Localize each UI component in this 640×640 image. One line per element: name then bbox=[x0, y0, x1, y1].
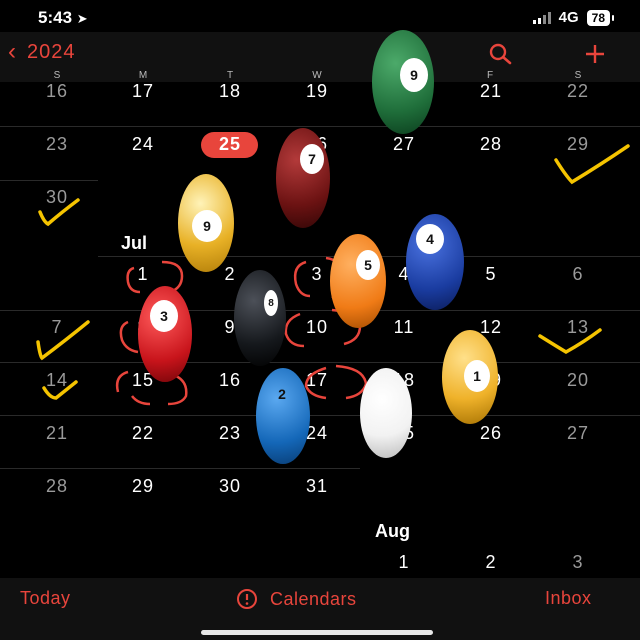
inbox-button[interactable]: Inbox bbox=[545, 588, 592, 609]
calendar-day[interactable]: 27 bbox=[548, 423, 608, 444]
billiard-ball-icon: 3 bbox=[138, 286, 192, 382]
calendars-label: Calendars bbox=[270, 588, 357, 609]
divider bbox=[0, 126, 640, 127]
calendar-day[interactable]: 26 bbox=[461, 423, 521, 444]
month-label-july: Jul bbox=[121, 233, 148, 253]
calendar-day[interactable]: 7 bbox=[27, 317, 87, 338]
weekday-header: F bbox=[486, 70, 494, 81]
divider bbox=[0, 310, 640, 311]
divider bbox=[0, 415, 640, 416]
calendar-day[interactable]: 1 bbox=[374, 552, 434, 573]
battery-icon: 78 bbox=[586, 9, 615, 26]
billiard-ball-icon: 2 bbox=[256, 368, 310, 464]
calendar-day[interactable]: 27 bbox=[374, 134, 434, 155]
calendar-day[interactable]: 16 bbox=[200, 370, 260, 391]
weekday-header: S bbox=[53, 70, 61, 81]
home-indicator bbox=[201, 630, 433, 635]
calendar-day[interactable]: 3 bbox=[548, 552, 608, 573]
calendar-day[interactable]: 28 bbox=[27, 476, 87, 497]
bracket-annotation bbox=[131, 395, 151, 406]
billiard-ball-icon bbox=[360, 368, 412, 458]
calendar-day[interactable]: 2 bbox=[461, 552, 521, 573]
weekday-header: M bbox=[138, 70, 148, 81]
calendar-day[interactable]: 14 bbox=[27, 370, 87, 391]
today-button[interactable]: Today bbox=[20, 588, 71, 609]
divider bbox=[0, 468, 360, 469]
weekday-header: S bbox=[574, 70, 582, 81]
add-event-button[interactable] bbox=[583, 42, 607, 71]
calendar-day[interactable]: 22 bbox=[113, 423, 173, 444]
calendar-day[interactable]: 30 bbox=[27, 187, 87, 208]
billiard-ball-icon: 9 bbox=[372, 30, 434, 134]
calendar-day[interactable]: 20 bbox=[548, 370, 608, 391]
billiard-ball-icon: 8 bbox=[234, 270, 286, 366]
billiard-ball-icon: 7 bbox=[276, 128, 330, 228]
calendar-day[interactable]: 22 bbox=[548, 81, 608, 102]
calendar-day[interactable]: 23 bbox=[27, 134, 87, 155]
divider bbox=[0, 362, 640, 363]
calendar-day[interactable]: 30 bbox=[200, 476, 260, 497]
search-button[interactable] bbox=[488, 42, 514, 71]
exclamation-circle-icon bbox=[237, 589, 257, 609]
calendar-day[interactable]: 28 bbox=[461, 134, 521, 155]
calendar-day[interactable]: 10 bbox=[287, 317, 347, 338]
calendar-day[interactable]: 29 bbox=[113, 476, 173, 497]
year-label: 2024 bbox=[27, 40, 76, 63]
calendar-day[interactable]: 5 bbox=[461, 264, 521, 285]
back-to-year-button[interactable]: ‹ 2024 bbox=[8, 40, 76, 64]
month-label-august: Aug bbox=[375, 521, 410, 541]
search-icon bbox=[489, 43, 512, 65]
chevron-left-icon: ‹ bbox=[8, 38, 17, 65]
billiard-ball-icon: 4 bbox=[406, 214, 464, 310]
calendar-day[interactable]: 16 bbox=[27, 81, 87, 102]
weekday-header: W bbox=[312, 70, 322, 81]
billiard-ball-icon: 1 bbox=[442, 330, 498, 424]
calendar-day[interactable]: 13 bbox=[548, 317, 608, 338]
calendar-day[interactable]: 18 bbox=[200, 81, 260, 102]
calendar-day[interactable]: 19 bbox=[287, 81, 347, 102]
calendar-day[interactable]: 17 bbox=[113, 81, 173, 102]
calendar-day[interactable]: 23 bbox=[200, 423, 260, 444]
plus-icon bbox=[586, 45, 604, 63]
billiard-ball-icon: 9 bbox=[178, 174, 234, 272]
network-type: 4G bbox=[558, 9, 579, 26]
calendar-day[interactable]: 29 bbox=[548, 134, 608, 155]
divider bbox=[0, 180, 98, 181]
billiard-ball-icon: 5 bbox=[330, 234, 386, 328]
calendar-day[interactable]: 31 bbox=[287, 476, 347, 497]
location-arrow-icon: ➤ bbox=[76, 11, 88, 26]
calendar-day[interactable]: 6 bbox=[548, 264, 608, 285]
calendar-day[interactable]: 11 bbox=[374, 317, 434, 338]
signal-icon bbox=[532, 11, 551, 24]
status-right: 4G 78 bbox=[532, 9, 615, 26]
calendar-day[interactable]: 21 bbox=[27, 423, 87, 444]
calendar-day[interactable]: 21 bbox=[461, 81, 521, 102]
calendars-button[interactable]: Calendars bbox=[234, 588, 357, 610]
calendar-day[interactable]: 24 bbox=[113, 134, 173, 155]
status-time: 5:43 ➤ bbox=[38, 8, 88, 27]
calendar-day[interactable]: 1 bbox=[113, 264, 173, 285]
calendar-day-today[interactable]: 25 bbox=[200, 134, 260, 155]
weekday-header: T bbox=[226, 70, 234, 81]
